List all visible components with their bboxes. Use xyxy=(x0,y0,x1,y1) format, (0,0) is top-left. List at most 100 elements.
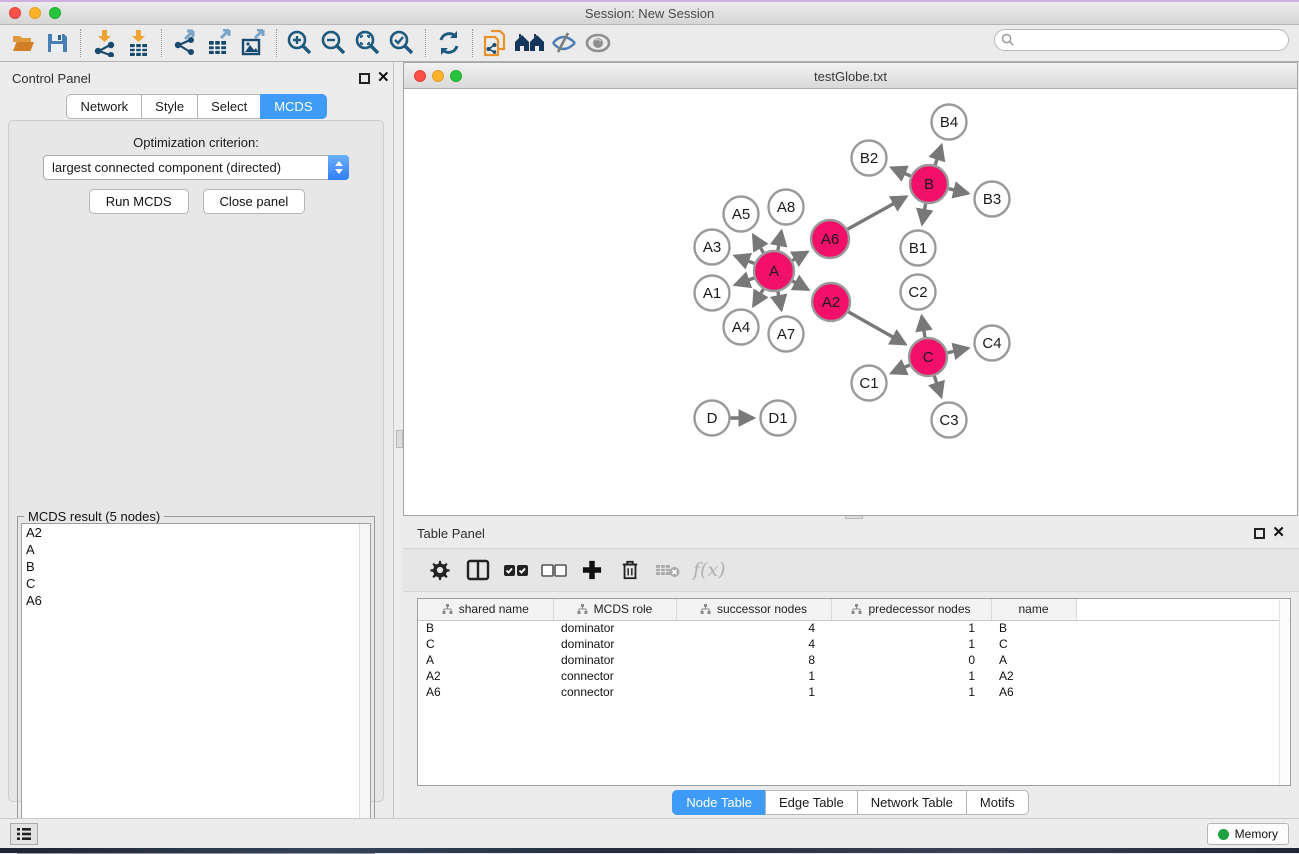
table-cell[interactable]: 1 xyxy=(831,684,991,700)
close-panel-icon[interactable]: ✕ xyxy=(1272,523,1285,541)
graph-edge-C-C1[interactable] xyxy=(891,365,909,373)
tab-network[interactable]: Network xyxy=(66,94,142,119)
zoom-fit-icon[interactable] xyxy=(351,28,385,58)
graph-edge-B-B4[interactable] xyxy=(935,145,941,165)
mcds-result-list[interactable]: A2ABCA6 xyxy=(21,523,371,850)
table-cell[interactable]: 4 xyxy=(676,636,831,652)
tab-select[interactable]: Select xyxy=(197,94,261,119)
float-panel-icon[interactable] xyxy=(359,73,370,84)
column-header-successor-nodes[interactable]: successor nodes xyxy=(676,599,831,620)
table-cell[interactable]: dominator xyxy=(553,620,676,636)
run-mcds-button[interactable]: Run MCDS xyxy=(89,189,189,214)
table-cell[interactable]: C xyxy=(991,636,1076,652)
table-cell[interactable]: 4 xyxy=(676,620,831,636)
memory-button[interactable]: Memory xyxy=(1207,823,1289,845)
table-cell[interactable]: 1 xyxy=(676,668,831,684)
graph-edge-A2-C[interactable] xyxy=(848,312,905,344)
graph-edge-A-A5[interactable] xyxy=(753,235,763,253)
graph-edge-B-B1[interactable] xyxy=(922,204,925,224)
search-input[interactable] xyxy=(994,29,1289,51)
network-canvas[interactable]: B4B2BB3A5A8A6A3B1AA1C2A2A4A7C4CC1C3DD1 xyxy=(404,89,1297,515)
add-column-icon[interactable] xyxy=(573,554,611,586)
graph-edge-C-C4[interactable] xyxy=(948,348,969,352)
column-header-name[interactable]: name xyxy=(991,599,1076,620)
table-cell[interactable]: B xyxy=(418,620,553,636)
table-scrollbar[interactable] xyxy=(1279,600,1289,786)
mcds-result-item[interactable]: A2 xyxy=(22,524,370,541)
table-cell[interactable]: C xyxy=(418,636,553,652)
table-cell[interactable]: dominator xyxy=(553,652,676,668)
column-header-shared-name[interactable]: shared name xyxy=(418,599,553,620)
zoom-selected-icon[interactable] xyxy=(385,28,419,58)
table-cell[interactable]: 0 xyxy=(831,652,991,668)
tab-edge-table[interactable]: Edge Table xyxy=(765,790,858,815)
toggle-column-panel-icon[interactable] xyxy=(459,554,497,586)
table-cell[interactable]: 1 xyxy=(831,636,991,652)
table-cell[interactable]: A xyxy=(991,652,1076,668)
tab-node-table[interactable]: Node Table xyxy=(672,790,766,815)
table-cell[interactable]: B xyxy=(991,620,1076,636)
table-row[interactable]: Cdominator41C xyxy=(418,636,1290,652)
table-cell[interactable]: 1 xyxy=(831,620,991,636)
graph-edge-A6-B[interactable] xyxy=(847,197,906,230)
float-panel-icon[interactable] xyxy=(1254,528,1265,539)
column-header-predecessor-nodes[interactable]: predecessor nodes xyxy=(831,599,991,620)
import-table-icon[interactable] xyxy=(121,28,155,58)
graph-edge-B-B2[interactable] xyxy=(891,168,910,176)
table-cell[interactable]: connector xyxy=(553,668,676,684)
table-cell[interactable]: 1 xyxy=(831,668,991,684)
table-cell[interactable]: 8 xyxy=(676,652,831,668)
table-cell[interactable]: A xyxy=(418,652,553,668)
table-row[interactable]: A2connector11A2 xyxy=(418,668,1290,684)
refresh-view-icon[interactable] xyxy=(432,28,466,58)
table-row[interactable]: A6connector11A6 xyxy=(418,684,1290,700)
open-file-icon[interactable] xyxy=(6,28,40,58)
tab-motifs[interactable]: Motifs xyxy=(966,790,1029,815)
graph-edge-B-B3[interactable] xyxy=(948,189,968,194)
hide-graphics-icon[interactable] xyxy=(547,28,581,58)
list-scrollbar[interactable] xyxy=(359,524,370,849)
table-cell[interactable]: 1 xyxy=(676,684,831,700)
table-cell[interactable]: A6 xyxy=(418,684,553,700)
delete-column-icon[interactable] xyxy=(611,554,649,586)
home-layout-icon[interactable] xyxy=(513,28,547,58)
mcds-result-item[interactable]: B xyxy=(22,558,370,575)
import-network-icon[interactable] xyxy=(87,28,121,58)
zoom-in-icon[interactable] xyxy=(283,28,317,58)
select-all-icon[interactable] xyxy=(497,554,535,586)
table-cell[interactable]: A2 xyxy=(991,668,1076,684)
deselect-all-icon[interactable] xyxy=(535,554,573,586)
table-cell[interactable]: dominator xyxy=(553,636,676,652)
tab-network-table[interactable]: Network Table xyxy=(857,790,967,815)
criterion-dropdown[interactable]: largest connected component (directed) xyxy=(43,155,349,180)
table-cell[interactable]: A6 xyxy=(991,684,1076,700)
vertical-split-handle[interactable] xyxy=(396,430,403,448)
graph-edge-A-A8[interactable] xyxy=(778,231,782,250)
export-network-icon[interactable] xyxy=(168,28,202,58)
network-window-titlebar[interactable]: testGlobe.txt xyxy=(404,63,1297,89)
graph-edge-A-A1[interactable] xyxy=(735,278,754,285)
show-graphics-eye-icon[interactable] xyxy=(581,28,615,58)
save-session-icon[interactable] xyxy=(40,28,74,58)
graph-edge-C-C3[interactable] xyxy=(934,376,941,397)
close-panel-button[interactable]: Close panel xyxy=(203,189,306,214)
graph-edge-A-A3[interactable] xyxy=(735,256,755,264)
table-cell[interactable]: A2 xyxy=(418,668,553,684)
graph-edge-C-C2[interactable] xyxy=(922,316,925,337)
column-header-mcds-role[interactable]: MCDS role xyxy=(553,599,676,620)
table-cell[interactable]: connector xyxy=(553,684,676,700)
settings-gear-icon[interactable] xyxy=(421,554,459,586)
mcds-result-item[interactable]: C xyxy=(22,575,370,592)
table-row[interactable]: Adominator80A xyxy=(418,652,1290,668)
export-table-icon[interactable] xyxy=(202,28,236,58)
close-panel-icon[interactable]: ✕ xyxy=(377,68,390,86)
tab-style[interactable]: Style xyxy=(141,94,198,119)
export-image-icon[interactable] xyxy=(236,28,270,58)
tab-mcds[interactable]: MCDS xyxy=(260,94,326,119)
clone-network-icon[interactable] xyxy=(479,28,513,58)
graph-edge-A-A6[interactable] xyxy=(792,252,807,261)
table-row[interactable]: Bdominator41B xyxy=(418,620,1290,636)
mcds-result-item[interactable]: A6 xyxy=(22,592,370,609)
mcds-result-item[interactable]: A xyxy=(22,541,370,558)
dropdown-stepper-icon[interactable] xyxy=(328,155,349,180)
